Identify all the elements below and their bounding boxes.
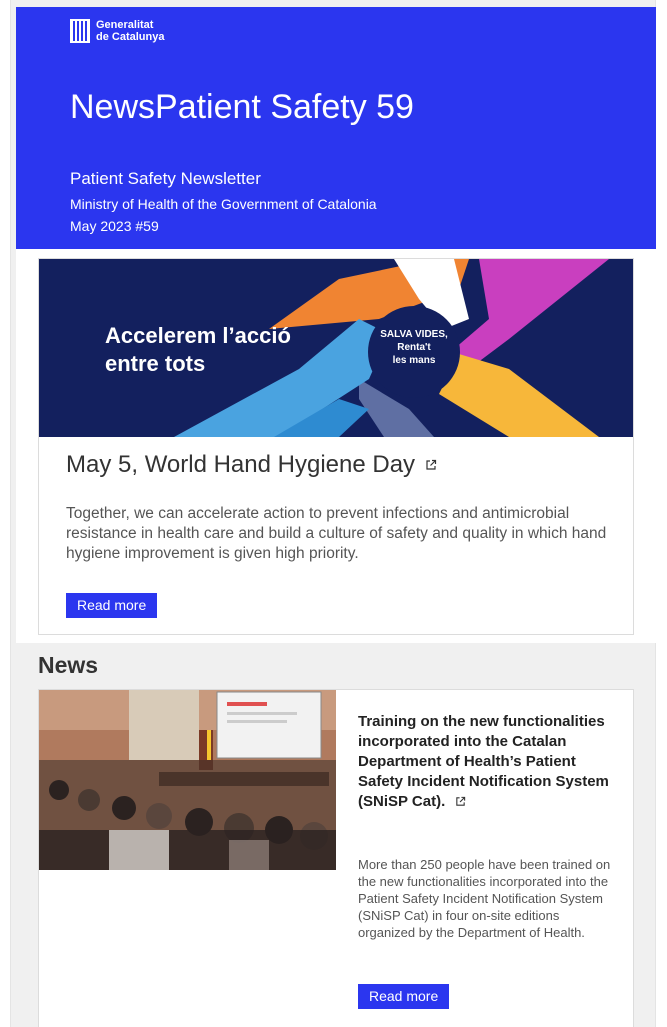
generalitat-emblem-icon (70, 19, 90, 43)
newsletter-header: Generalitat de Catalunya NewsPatient Saf… (16, 7, 656, 249)
logo-line-2: de Catalunya (96, 31, 165, 43)
newsletter-title: NewsPatient Safety 59 (70, 88, 414, 126)
logo-line-1: Generalitat (96, 19, 154, 31)
issue-label: May 2023 #59 (70, 218, 159, 234)
hand-hygiene-banner-image: SALVA VIDES, Renta't les mans Accelerem … (39, 259, 633, 437)
banner-badge-line-2: Renta't (397, 342, 431, 353)
news-item-heading: Training on the new functionalities inco… (358, 713, 609, 810)
external-link-icon (456, 796, 466, 806)
generalitat-logo[interactable]: Generalitat de Catalunya (70, 19, 164, 43)
training-session-photo-image (39, 690, 336, 870)
hand-hygiene-banner[interactable]: SALVA VIDES, Renta't les mans Accelerem … (39, 259, 633, 437)
news-item-read-more-button[interactable]: Read more (358, 984, 450, 1009)
external-link-icon (426, 459, 437, 470)
news-item-heading-link[interactable]: Training on the new functionalities inco… (358, 712, 616, 812)
feature-read-more-button[interactable]: Read more (66, 593, 158, 618)
newsletter-subtitle: Patient Safety Newsletter (70, 169, 261, 188)
news-item-body: More than 250 people have been trained o… (358, 857, 611, 940)
ministry-label: Ministry of Health of the Government of … (70, 196, 377, 212)
banner-badge-line-3: les mans (393, 355, 436, 366)
feature-body: Together, we can accelerate action to pr… (66, 505, 607, 562)
feature-heading: May 5, World Hand Hygiene Day (66, 451, 416, 478)
training-session-photo[interactable] (39, 690, 336, 870)
banner-headline-line-2: entre tots (105, 351, 205, 376)
logo-text: Generalitat de Catalunya (96, 19, 164, 43)
news-section-title: News (38, 652, 99, 678)
banner-headline-line-1: Accelerem l’acció (105, 323, 291, 348)
newsletter-page: Generalitat de Catalunya NewsPatient Saf… (10, 0, 656, 1027)
feature-heading-link[interactable]: May 5, World Hand Hygiene Day (66, 451, 437, 479)
banner-badge-line-1: SALVA VIDES, (380, 329, 448, 340)
news-card: Training on the new functionalities inco… (38, 689, 634, 1027)
feature-card: SALVA VIDES, Renta't les mans Accelerem … (38, 258, 634, 635)
